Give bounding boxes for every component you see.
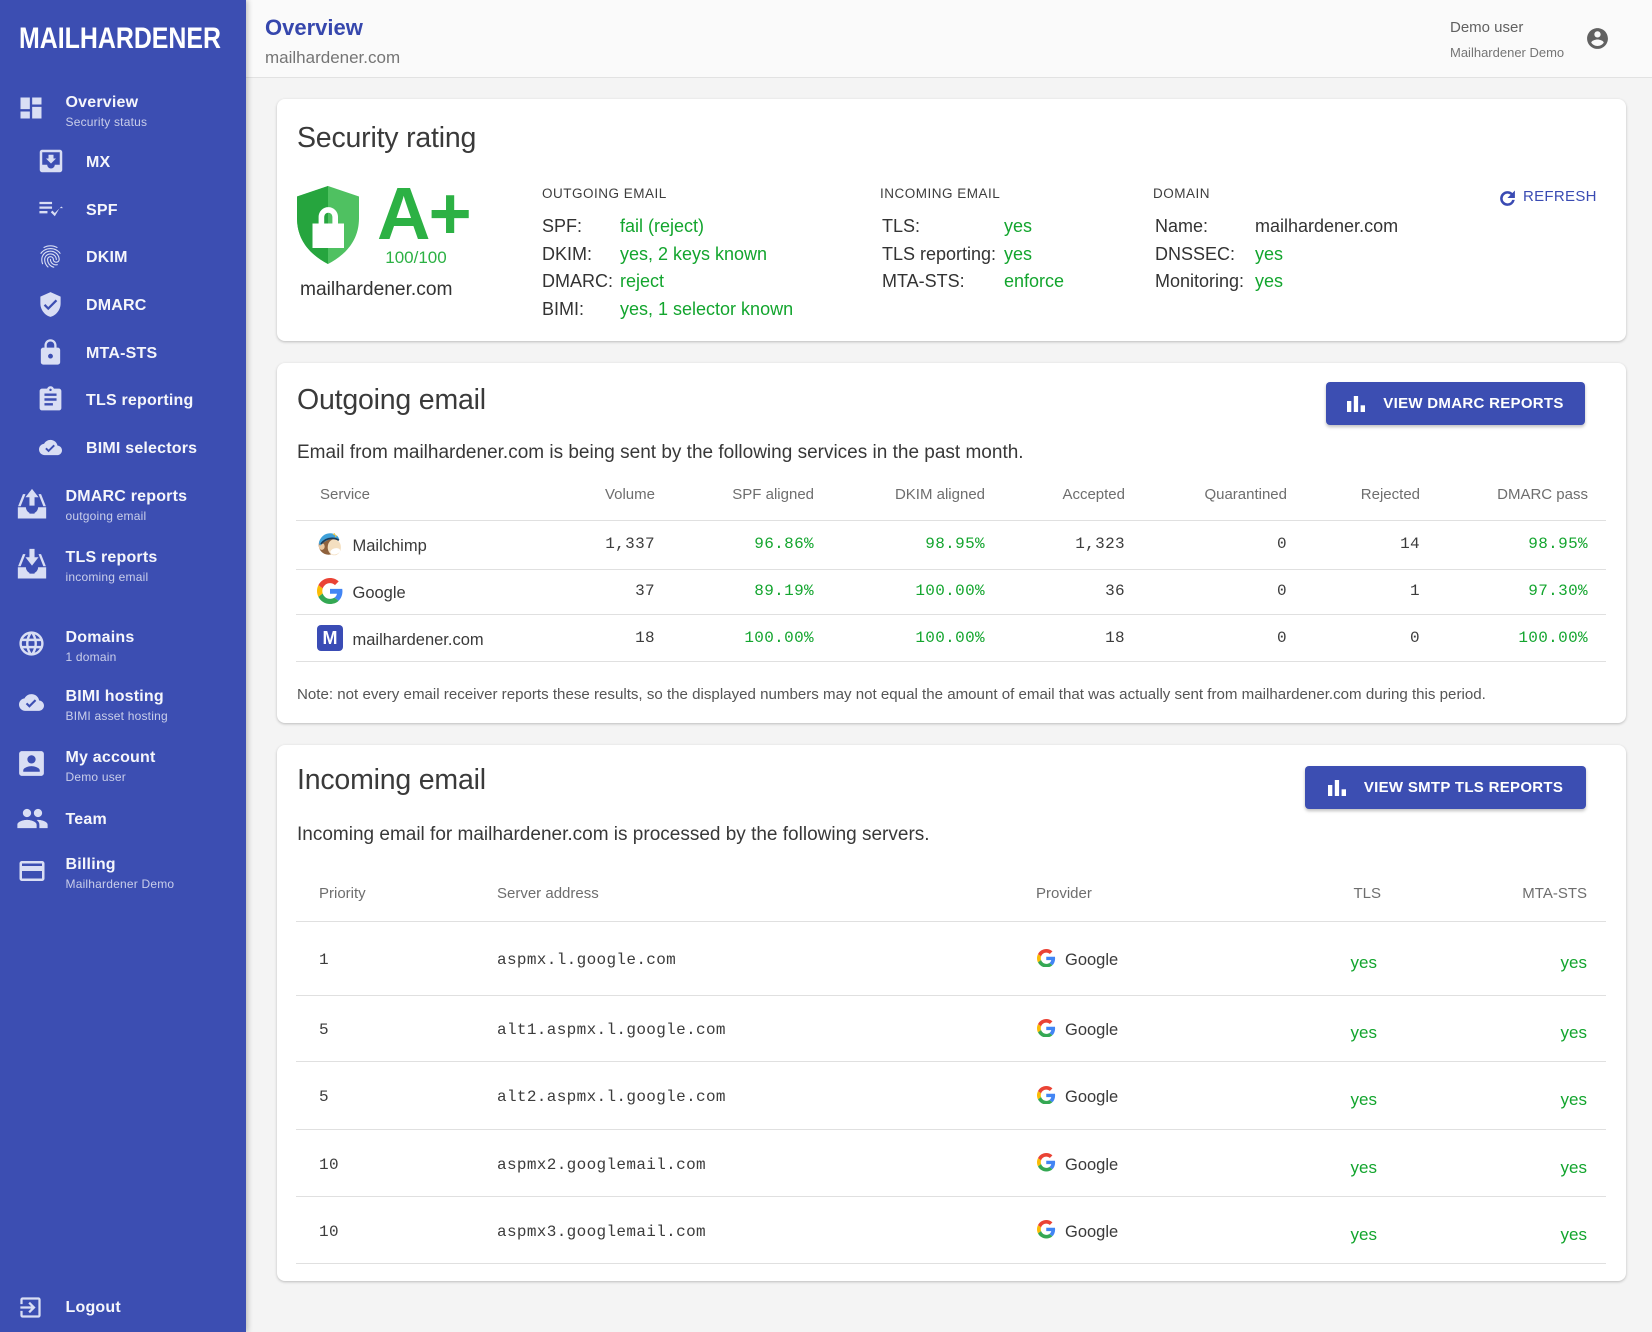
svg-text:MAILHARDENER: MAILHARDENER [19,22,221,55]
